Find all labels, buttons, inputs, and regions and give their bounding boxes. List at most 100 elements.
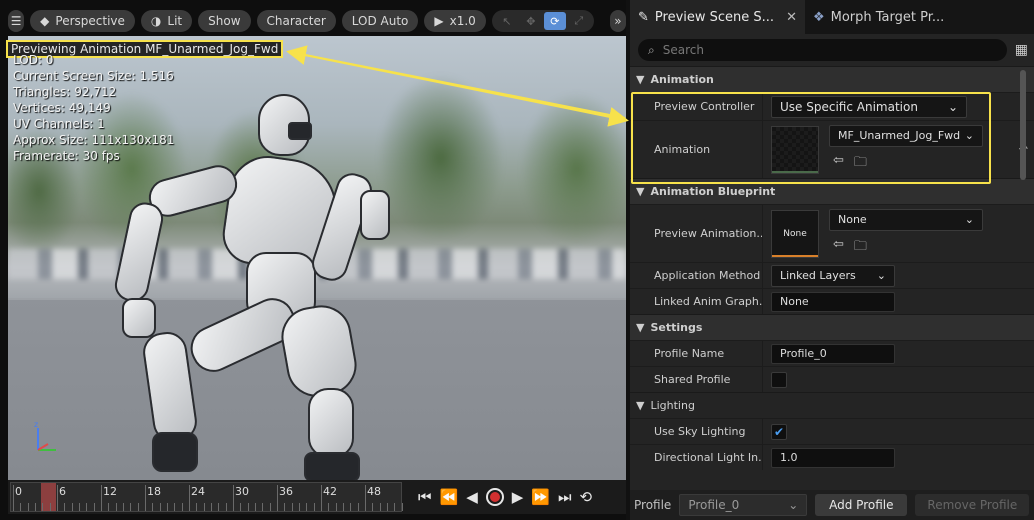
preview-animation-blueprint-row: Preview Animation... None None ⌄ ⇦ 🗀 bbox=[630, 204, 1034, 262]
application-method-dropdown[interactable]: Linked Layers ⌄ bbox=[771, 264, 895, 287]
remove-profile-button[interactable]: Remove Profile bbox=[915, 494, 1030, 516]
timeline-tick bbox=[313, 503, 315, 511]
timeline: 0 6 12 18 24 30 36 42 48 ⏮ ⏪ ◀ ▶ ⏩ ⏭ ⟲ bbox=[8, 480, 626, 514]
category-lighting[interactable]: ▼ Lighting bbox=[630, 392, 1034, 418]
hamburger-icon: ☰ bbox=[10, 14, 22, 28]
timeline-tick bbox=[57, 485, 58, 511]
animation-thumbnail[interactable] bbox=[771, 125, 819, 174]
expand-arrow-icon: ▼ bbox=[636, 321, 645, 334]
timeline-tick bbox=[357, 503, 359, 511]
anim-blueprint-thumbnail[interactable]: None bbox=[771, 209, 819, 258]
timeline-tick-label: 48 bbox=[367, 485, 381, 498]
browse-asset-icon[interactable]: 🗀 bbox=[854, 153, 867, 175]
timeline-tick bbox=[71, 503, 73, 511]
timeline-tick bbox=[42, 503, 44, 511]
timeline-tick bbox=[255, 503, 256, 511]
panel-footer: Profile Profile_0 ⌄ Add Profile Remove P… bbox=[630, 490, 1034, 520]
lod-button[interactable]: LOD Auto bbox=[341, 10, 419, 32]
timeline-tick bbox=[86, 503, 88, 511]
select-icon[interactable]: ↖ bbox=[496, 12, 518, 30]
skip-to-end-icon[interactable]: ⏭ bbox=[558, 488, 572, 506]
use-sky-lighting-checkbox[interactable]: ✔ bbox=[771, 423, 787, 440]
timeline-tick bbox=[79, 503, 80, 511]
category-animation[interactable]: ▼ Animation bbox=[630, 66, 1034, 92]
timeline-tick-label: 0 bbox=[15, 485, 22, 498]
use-selected-asset-icon[interactable]: ⇦ bbox=[833, 153, 844, 175]
checkmark-icon: ✔ bbox=[773, 424, 785, 439]
lit-button[interactable]: ◑ Lit bbox=[140, 10, 193, 32]
timeline-tick bbox=[372, 503, 374, 511]
timeline-tick bbox=[269, 503, 271, 511]
table-view-icon[interactable]: ▦ bbox=[1015, 42, 1028, 58]
profile-dropdown[interactable]: Profile_0 ⌄ bbox=[679, 494, 808, 516]
chevron-down-icon: ⌄ bbox=[964, 129, 974, 142]
playback-speed-button[interactable]: ▶ x1.0 bbox=[424, 10, 486, 32]
add-profile-button[interactable]: Add Profile bbox=[815, 494, 908, 516]
skip-to-start-icon[interactable]: ⏮ bbox=[418, 488, 432, 506]
record-icon[interactable] bbox=[485, 488, 504, 506]
panel-scrollbar[interactable] bbox=[1020, 70, 1026, 180]
category-settings[interactable]: ▼ Settings bbox=[630, 314, 1034, 340]
play-reverse-icon[interactable]: ◀ bbox=[466, 488, 478, 506]
tab-morph-target-preview[interactable]: ❖ Morph Target Pr... bbox=[805, 0, 952, 34]
timeline-ruler[interactable]: 0 6 12 18 24 30 36 42 48 bbox=[10, 482, 403, 512]
vertices-stat: Vertices: 49,149 bbox=[13, 101, 111, 115]
timeline-tick bbox=[174, 503, 176, 511]
more-options-button[interactable]: » bbox=[609, 10, 626, 32]
shared-profile-checkbox[interactable] bbox=[771, 371, 787, 388]
perspective-button[interactable]: ◆ Perspective bbox=[30, 10, 135, 32]
preview-scene-settings-panel: ✎ Preview Scene S... ✕ ❖ Morph Target Pr… bbox=[630, 0, 1034, 520]
anim-blueprint-dropdown[interactable]: None ⌄ bbox=[829, 208, 983, 231]
move-icon[interactable]: ✥ bbox=[520, 12, 542, 30]
directional-light-intensity-field[interactable]: 1.0 bbox=[771, 447, 895, 468]
step-forward-icon[interactable]: ⏩ bbox=[531, 488, 550, 506]
framerate-stat: Framerate: 30 fps bbox=[13, 149, 120, 163]
loop-icon[interactable]: ⟲ bbox=[580, 488, 593, 506]
timeline-tick bbox=[211, 503, 212, 511]
chevron-right-icon: » bbox=[614, 14, 622, 28]
viewport-menu-button[interactable]: ☰ bbox=[8, 10, 25, 32]
character-button[interactable]: Character bbox=[256, 10, 336, 32]
viewport[interactable]: ☰ ◆ Perspective ◑ Lit Show Character LOD… bbox=[0, 0, 626, 520]
timeline-tick bbox=[27, 503, 29, 511]
use-selected-asset-icon[interactable]: ⇦ bbox=[833, 237, 844, 259]
timeline-tick-label: 36 bbox=[279, 485, 293, 498]
viewport-stats: Previewing Animation MF_Unarmed_Jog_Fwd … bbox=[6, 40, 284, 164]
timeline-tick bbox=[49, 503, 51, 511]
panel-tabs: ✎ Preview Scene S... ✕ ❖ Morph Target Pr… bbox=[630, 0, 1034, 34]
timeline-tick-label: 12 bbox=[103, 485, 117, 498]
linked-anim-graph-field[interactable]: None bbox=[771, 291, 895, 312]
timeline-tick bbox=[350, 503, 352, 511]
show-button[interactable]: Show bbox=[198, 10, 251, 32]
chevron-down-icon: ⌄ bbox=[964, 213, 974, 226]
timeline-tick bbox=[115, 503, 117, 511]
timeline-tick bbox=[137, 503, 139, 511]
preview-controller-row: Preview Controller Use Specific Animatio… bbox=[630, 92, 1034, 120]
scale-icon[interactable]: ⤢ bbox=[568, 12, 590, 30]
close-tab-icon[interactable]: ✕ bbox=[786, 10, 797, 25]
application-method-row: Application Method Linked Layers ⌄ bbox=[630, 262, 1034, 288]
expand-arrow-icon: ▼ bbox=[636, 185, 645, 198]
step-back-icon[interactable]: ⏪ bbox=[440, 488, 459, 506]
timeline-tick bbox=[159, 503, 161, 511]
browse-asset-icon[interactable]: 🗀 bbox=[854, 237, 867, 259]
timeline-tick bbox=[196, 503, 198, 511]
uv-channels-stat: UV Channels: 1 bbox=[13, 117, 105, 131]
search-input[interactable]: ⌕ Search bbox=[638, 39, 1007, 61]
timeline-tick bbox=[394, 503, 396, 511]
screen-size-stat: Current Screen Size: 1.516 bbox=[13, 69, 174, 83]
expand-arrow-icon: ▼ bbox=[636, 399, 645, 412]
timeline-tick bbox=[152, 503, 154, 511]
timeline-tick-label: 30 bbox=[235, 485, 249, 498]
animation-asset-dropdown[interactable]: MF_Unarmed_Jog_Fwd ⌄ bbox=[829, 124, 983, 147]
category-animation-blueprint[interactable]: ▼ Animation Blueprint bbox=[630, 178, 1034, 204]
timeline-tick-label: 24 bbox=[191, 485, 205, 498]
play-forward-icon[interactable]: ▶ bbox=[512, 488, 524, 506]
use-sky-lighting-row: Use Sky Lighting ✔ bbox=[630, 418, 1034, 444]
rotate-icon[interactable]: ⟳ bbox=[543, 12, 566, 30]
tab-preview-scene-settings[interactable]: ✎ Preview Scene S... ✕ bbox=[630, 0, 805, 34]
timeline-tick bbox=[123, 503, 124, 511]
profile-name-field[interactable]: Profile_0 bbox=[771, 343, 895, 364]
timeline-tick bbox=[93, 503, 95, 511]
preview-controller-dropdown[interactable]: Use Specific Animation ⌄ bbox=[771, 95, 967, 118]
